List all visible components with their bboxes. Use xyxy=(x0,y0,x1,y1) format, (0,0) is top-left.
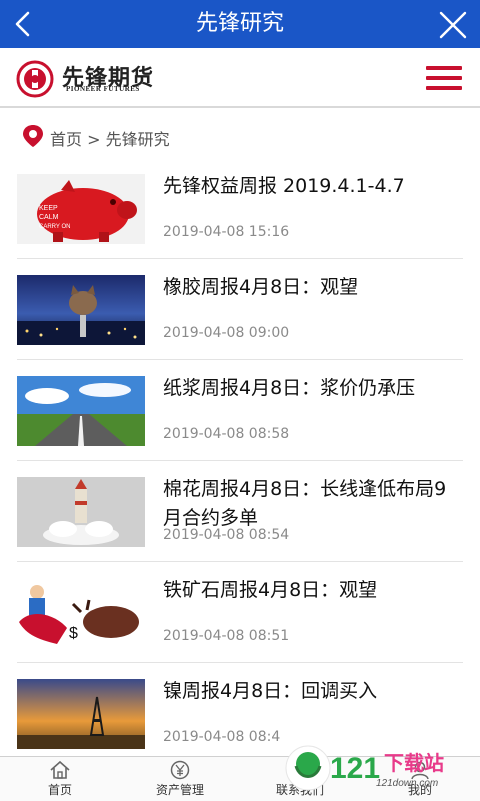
tab-assets[interactable]: 资产管理 xyxy=(120,757,240,801)
watermark-logo: 121 下载站 121down.com xyxy=(285,745,444,791)
pioneer-logo-icon[interactable] xyxy=(16,60,54,98)
yen-icon xyxy=(170,760,190,780)
article-title[interactable]: 铁矿石周报4月8日：观望 xyxy=(163,576,463,605)
article-date: 2019-04-08 08:58 xyxy=(163,426,290,442)
breadcrumb-text[interactable]: 首页 > 先锋研究 xyxy=(50,126,170,150)
page-title: 先锋研究 xyxy=(195,11,284,36)
home-icon xyxy=(50,760,70,779)
article-list: KEEP CALM CARRY ON 先锋权益周报 2019.4.1-4.7 2… xyxy=(17,158,463,764)
article-date: 2019-04-08 08:51 xyxy=(163,628,290,644)
article-title[interactable]: 棉花周报4月8日：长线逢低布局9月合约多单 xyxy=(163,475,463,533)
list-item[interactable]: 棉花周报4月8日：长线逢低布局9月合约多单 2019-04-08 08:54 xyxy=(17,461,463,562)
hamburger-menu-icon[interactable] xyxy=(426,66,462,92)
article-title[interactable]: 先锋权益周报 2019.4.1-4.7 xyxy=(163,172,463,201)
svg-text:CALM: CALM xyxy=(39,214,59,221)
svg-text:KEEP: KEEP xyxy=(39,205,58,212)
list-item[interactable]: 纸浆周报4月8日：浆价仍承压 2019-04-08 08:58 xyxy=(17,360,463,461)
location-pin-icon xyxy=(23,125,43,147)
watermark-number: 121 xyxy=(330,752,380,785)
tab-home[interactable]: 首页 xyxy=(0,757,120,801)
watermark-domain: 121down.com xyxy=(376,778,438,789)
svg-text:$: $ xyxy=(69,625,78,642)
article-date: 2019-04-08 15:16 xyxy=(163,224,290,240)
article-title[interactable]: 纸浆周报4月8日：浆价仍承压 xyxy=(163,374,463,403)
cat-city-thumbnail xyxy=(17,275,145,345)
rocket-cotton-thumbnail xyxy=(17,477,145,547)
article-title[interactable]: 镍周报4月8日：回调买入 xyxy=(163,677,463,706)
tab-label: 首页 xyxy=(47,783,72,797)
list-item[interactable]: 橡胶周报4月8日：观望 2019-04-08 09:00 xyxy=(17,259,463,360)
article-title[interactable]: 橡胶周报4月8日：观望 xyxy=(163,273,463,302)
matador-bull-thumbnail: $ xyxy=(17,578,145,648)
list-item[interactable]: KEEP CALM CARRY ON 先锋权益周报 2019.4.1-4.7 2… xyxy=(17,158,463,259)
oil-rig-thumbnail xyxy=(17,679,145,749)
list-item[interactable]: $ 铁矿石周报4月8日：观望 2019-04-08 08:51 xyxy=(17,562,463,663)
close-icon[interactable] xyxy=(438,10,468,40)
road-sky-thumbnail xyxy=(17,376,145,446)
article-date: 2019-04-08 08:4 xyxy=(163,729,281,745)
article-date: 2019-04-08 09:00 xyxy=(163,325,290,341)
watermark-text: 下载站 xyxy=(384,751,444,775)
brand-bar: 先锋期货 PIONEER FUTURES xyxy=(0,48,480,108)
svg-text:CARRY ON: CARRY ON xyxy=(39,224,70,230)
brand-name-en: PIONEER FUTURES xyxy=(66,85,140,93)
tab-label: 资产管理 xyxy=(155,783,204,797)
piggy-bank-thumbnail: KEEP CALM CARRY ON xyxy=(17,174,145,244)
article-date: 2019-04-08 08:54 xyxy=(163,527,290,543)
top-bar: 先锋研究 xyxy=(0,0,480,48)
